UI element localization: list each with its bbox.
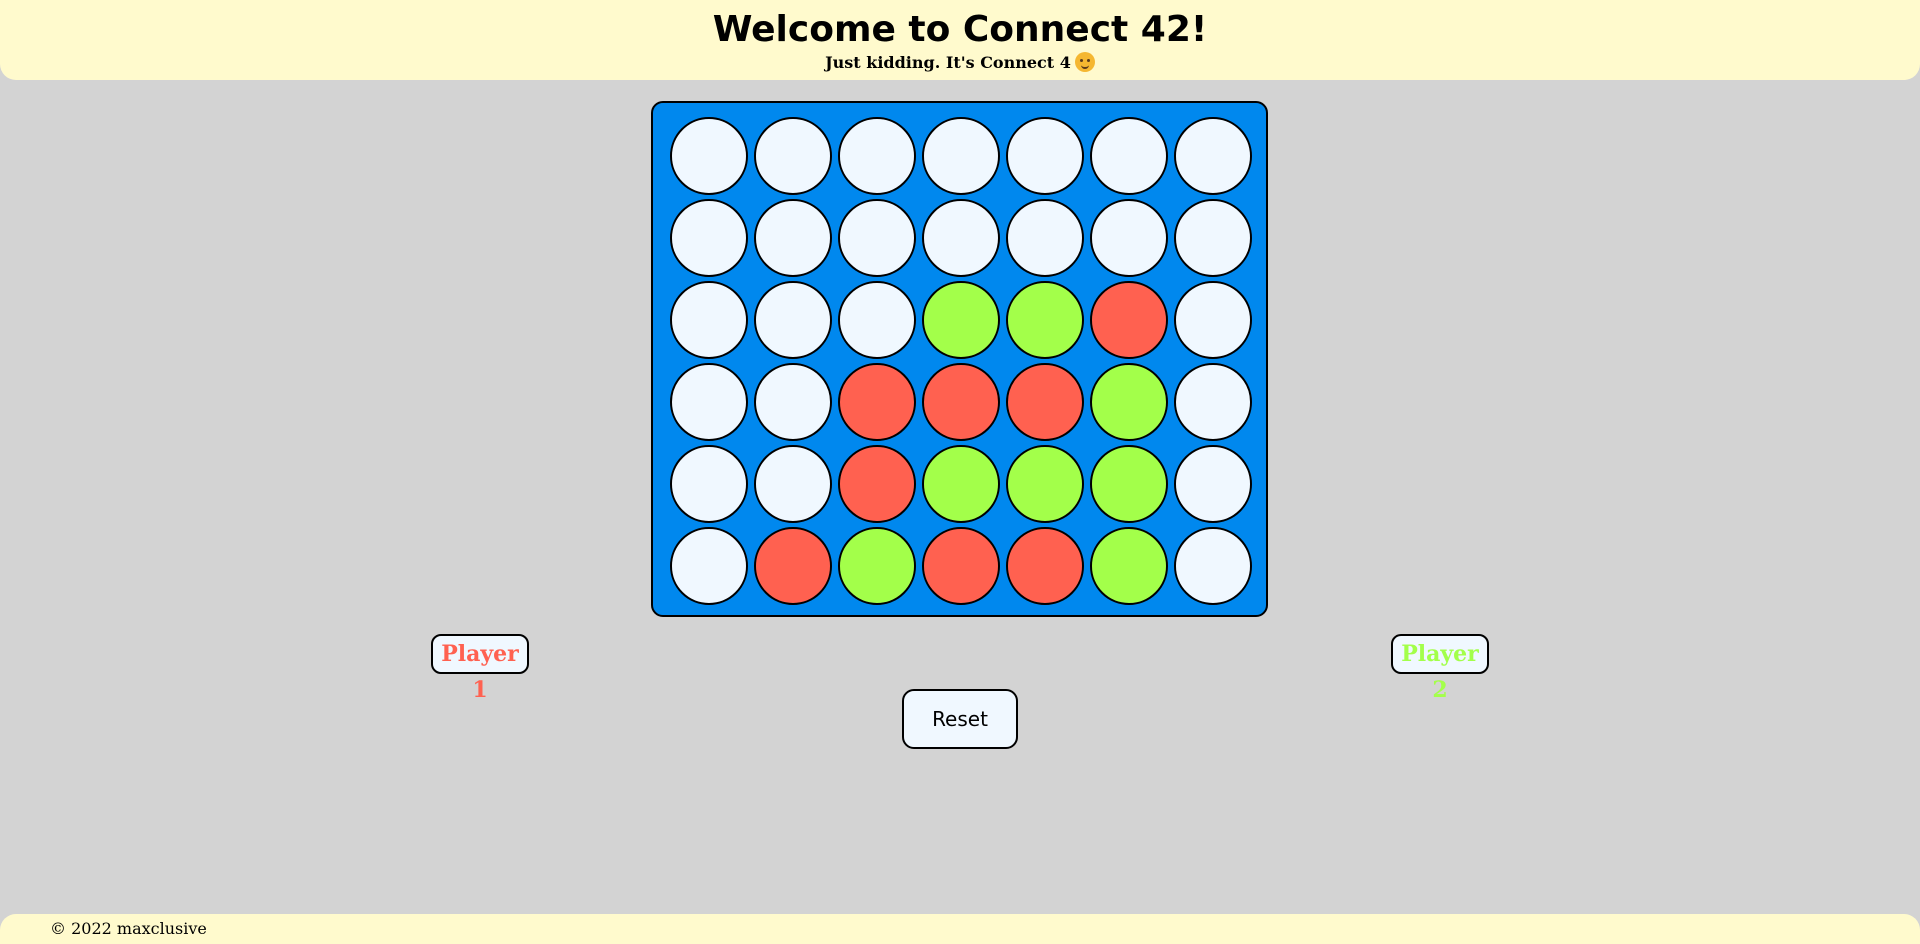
board-cell-r2-c3[interactable] (838, 199, 916, 277)
board-cell-r2-c1[interactable] (670, 199, 748, 277)
board-cell-r3-c4[interactable] (922, 281, 1000, 359)
board-cell-r6-c4[interactable] (922, 527, 1000, 605)
board-cell-r6-c1[interactable] (670, 527, 748, 605)
board-cell-r6-c3[interactable] (838, 527, 916, 605)
board-cell-r1-c7[interactable] (1174, 117, 1252, 195)
player-1-label: Player 1 (431, 634, 529, 703)
board-cell-r1-c3[interactable] (838, 117, 916, 195)
subtitle-text: Just kidding. It's Connect 4 (825, 53, 1071, 72)
board-cell-r1-c1[interactable] (670, 117, 748, 195)
board-cell-r6-c5[interactable] (1006, 527, 1084, 605)
board-cell-r5-c2[interactable] (754, 445, 832, 523)
board-cell-r1-c5[interactable] (1006, 117, 1084, 195)
board-cell-r4-c5[interactable] (1006, 363, 1084, 441)
board-cell-r5-c3[interactable] (838, 445, 916, 523)
board-cell-r2-c4[interactable] (922, 199, 1000, 277)
board-cell-r3-c5[interactable] (1006, 281, 1084, 359)
board-cell-r3-c7[interactable] (1174, 281, 1252, 359)
page-header: Welcome to Connect 42! Just kidding. It'… (0, 0, 1920, 80)
board-cell-r4-c7[interactable] (1174, 363, 1252, 441)
reset-button[interactable]: Reset (902, 689, 1018, 749)
game-board (651, 101, 1268, 617)
board-cell-r2-c5[interactable] (1006, 199, 1084, 277)
board-cell-r4-c4[interactable] (922, 363, 1000, 441)
board-cell-r2-c7[interactable] (1174, 199, 1252, 277)
board-cell-r5-c4[interactable] (922, 445, 1000, 523)
board-cell-r4-c6[interactable] (1090, 363, 1168, 441)
board-cell-r3-c6[interactable] (1090, 281, 1168, 359)
board-cell-r5-c1[interactable] (670, 445, 748, 523)
board-cell-r6-c7[interactable] (1174, 527, 1252, 605)
board-cell-r2-c2[interactable] (754, 199, 832, 277)
board-cell-r2-c6[interactable] (1090, 199, 1168, 277)
board-cell-r6-c6[interactable] (1090, 527, 1168, 605)
board-cell-r3-c3[interactable] (838, 281, 916, 359)
board-cell-r3-c2[interactable] (754, 281, 832, 359)
copyright-text: © 2022 maxclusive (50, 919, 207, 938)
page-footer: © 2022 maxclusive (0, 914, 1920, 944)
board-cell-r4-c2[interactable] (754, 363, 832, 441)
player-2-label: Player 2 (1391, 634, 1489, 703)
board-cell-r1-c6[interactable] (1090, 117, 1168, 195)
board-cell-r5-c7[interactable] (1174, 445, 1252, 523)
board-cell-r6-c2[interactable] (754, 527, 832, 605)
partying-face-icon (1074, 52, 1095, 72)
board-cell-r5-c5[interactable] (1006, 445, 1084, 523)
board-cell-r4-c3[interactable] (838, 363, 916, 441)
board-cell-r5-c6[interactable] (1090, 445, 1168, 523)
board-cell-r3-c1[interactable] (670, 281, 748, 359)
board-cell-r1-c2[interactable] (754, 117, 832, 195)
page-subtitle: Just kidding. It's Connect 4 (0, 52, 1920, 73)
board-cell-r1-c4[interactable] (922, 117, 1000, 195)
board-cell-r4-c1[interactable] (670, 363, 748, 441)
page-title: Welcome to Connect 42! (712, 9, 1208, 50)
